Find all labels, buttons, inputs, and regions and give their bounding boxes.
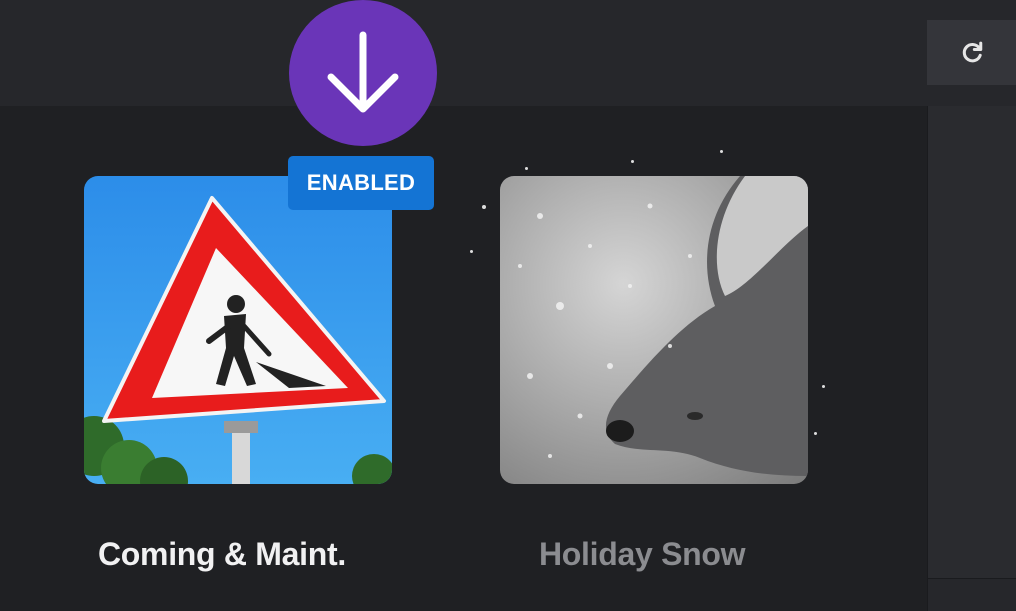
right-side-panel [927, 106, 1016, 611]
snow-particle [470, 250, 473, 253]
refresh-button[interactable] [927, 20, 1016, 85]
arrow-down-icon [327, 31, 399, 113]
snow-particle [720, 150, 723, 153]
theme-card-holiday-snow[interactable] [500, 176, 808, 484]
snow-particle [814, 432, 817, 435]
snow-particle [822, 385, 825, 388]
card-title-coming-maintenance: Coming & Maint. [98, 536, 346, 572]
wolf-snow-image [518, 176, 808, 476]
snow-particle [525, 167, 528, 170]
card-title-holiday-snow: Holiday Snow [539, 536, 746, 572]
status-badge-enabled: ENABLED [288, 156, 434, 210]
road-work-sign-image [84, 196, 392, 484]
snow-particle [482, 205, 486, 209]
snow-particle [631, 160, 634, 163]
download-button[interactable] [289, 0, 437, 146]
right-panel-footer [928, 578, 1016, 611]
theme-card-coming-maintenance[interactable] [84, 176, 392, 484]
app-root: Coming & Maint. Holiday Snow ENABLED [0, 0, 1016, 611]
refresh-icon [962, 41, 982, 62]
top-bar [0, 0, 1016, 106]
